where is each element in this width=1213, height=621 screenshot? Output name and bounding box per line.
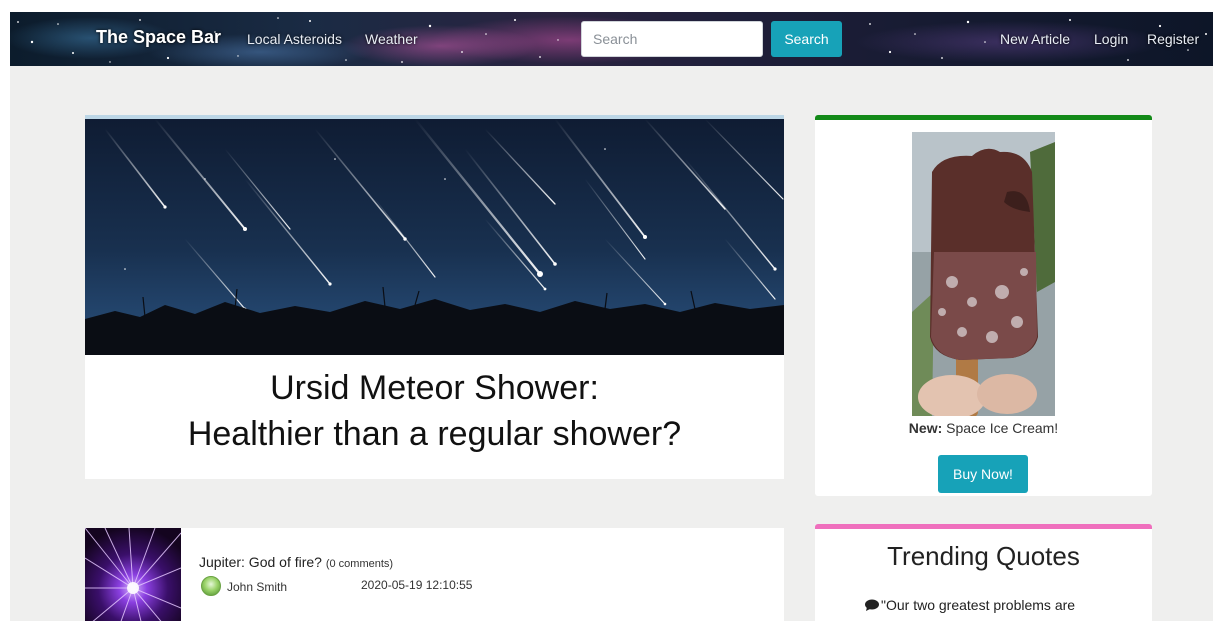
- author-name: John Smith: [227, 580, 288, 594]
- ice-cream-image: [912, 132, 1055, 416]
- warp-burst-illustration: [85, 528, 181, 621]
- article-title-text: Jupiter: God of fire?: [199, 554, 322, 570]
- hero-image-meteor-shower[interactable]: [85, 119, 784, 355]
- hero-title[interactable]: Ursid Meteor Shower: Healthier than a re…: [85, 365, 784, 457]
- ad-caption-label: New:: [908, 420, 943, 436]
- buy-now-button[interactable]: Buy Now!: [938, 455, 1028, 493]
- comment-icon: [865, 599, 881, 615]
- trending-quotes-card: Trending Quotes "Our two greatest proble…: [815, 524, 1152, 621]
- ad-card: New: Space Ice Cream! Buy Now!: [815, 115, 1152, 496]
- nav-link-register[interactable]: Register: [1147, 31, 1199, 47]
- article-list-item[interactable]: Jupiter: God of fire? (0 comments) John …: [85, 528, 784, 621]
- quote-text: "Our two greatest problems are: [881, 597, 1076, 613]
- ad-caption-text: Space Ice Cream!: [942, 420, 1059, 436]
- nav-link-local-asteroids[interactable]: Local Asteroids: [247, 31, 342, 47]
- nav-link-weather[interactable]: Weather: [365, 31, 418, 47]
- article-thumbnail[interactable]: [85, 528, 181, 621]
- hero-title-line-2: Healthier than a regular shower?: [187, 415, 682, 453]
- ice-cream-illustration: [912, 132, 1055, 416]
- page-viewport: The Space Bar Local Asteroids Weather Se…: [10, 12, 1213, 621]
- nav-link-login[interactable]: Login: [1094, 31, 1128, 47]
- brand-logo-text[interactable]: The Space Bar: [96, 27, 221, 48]
- ad-caption: New: Space Ice Cream!: [815, 420, 1152, 436]
- meteor-shower-illustration: [85, 119, 784, 355]
- hero-card[interactable]: Ursid Meteor Shower: Healthier than a re…: [85, 115, 784, 479]
- author-avatar: [201, 576, 221, 596]
- hero-title-line-1: Ursid Meteor Shower:: [270, 369, 599, 407]
- article-comment-count: (0 comments): [325, 558, 394, 570]
- search-button[interactable]: Search: [771, 21, 842, 57]
- article-title-link[interactable]: Jupiter: God of fire? (0 comments): [199, 554, 393, 570]
- article-date: 2020-05-19 12:10:55: [361, 578, 473, 592]
- quote-item: "Our two greatest problems are: [865, 597, 1075, 615]
- nav-link-new-article[interactable]: New Article: [1000, 31, 1070, 47]
- trending-quotes-title: Trending Quotes: [887, 541, 1080, 571]
- search-input[interactable]: [581, 21, 763, 57]
- navbar: The Space Bar Local Asteroids Weather Se…: [10, 12, 1213, 66]
